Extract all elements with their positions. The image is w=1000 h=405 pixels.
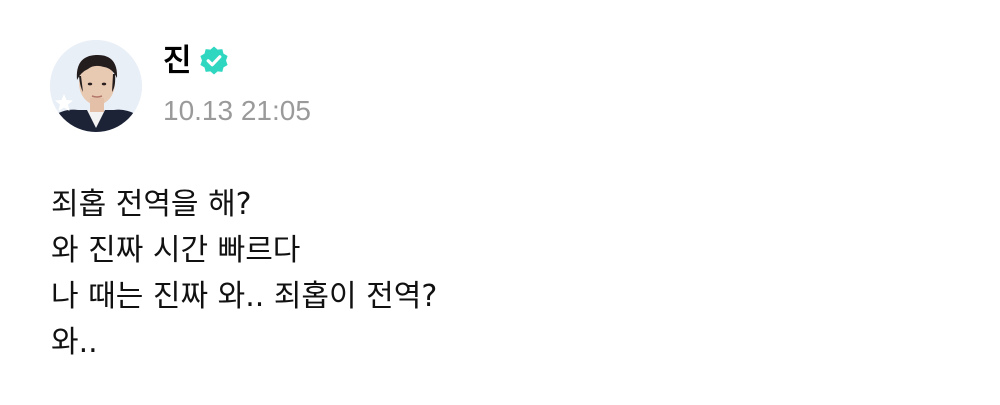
post-timestamp: 10.13 21:05 — [163, 95, 311, 126]
avatar-image — [50, 40, 142, 132]
author-name[interactable]: 진 — [163, 40, 192, 82]
post-body-line: 와 진짜 시간 빠르다 — [51, 233, 301, 268]
author-avatar[interactable] — [50, 40, 142, 132]
verified-badge-icon — [198, 45, 230, 77]
post-body-line: 나 때는 진짜 와.. 죄홉이 전역? — [51, 279, 438, 314]
post-card: 진 10.13 21:05 죄홉 전역을 해? 와 진짜 시간 빠르다 나 때는… — [0, 0, 1000, 405]
post-body-line: 와.. — [51, 325, 98, 360]
post-body: 죄홉 전역을 해? 와 진짜 시간 빠르다 나 때는 진짜 와.. 죄홉이 전역… — [51, 182, 951, 366]
author-header: 진 — [163, 40, 230, 82]
post-body-line: 죄홉 전역을 해? — [51, 187, 252, 222]
